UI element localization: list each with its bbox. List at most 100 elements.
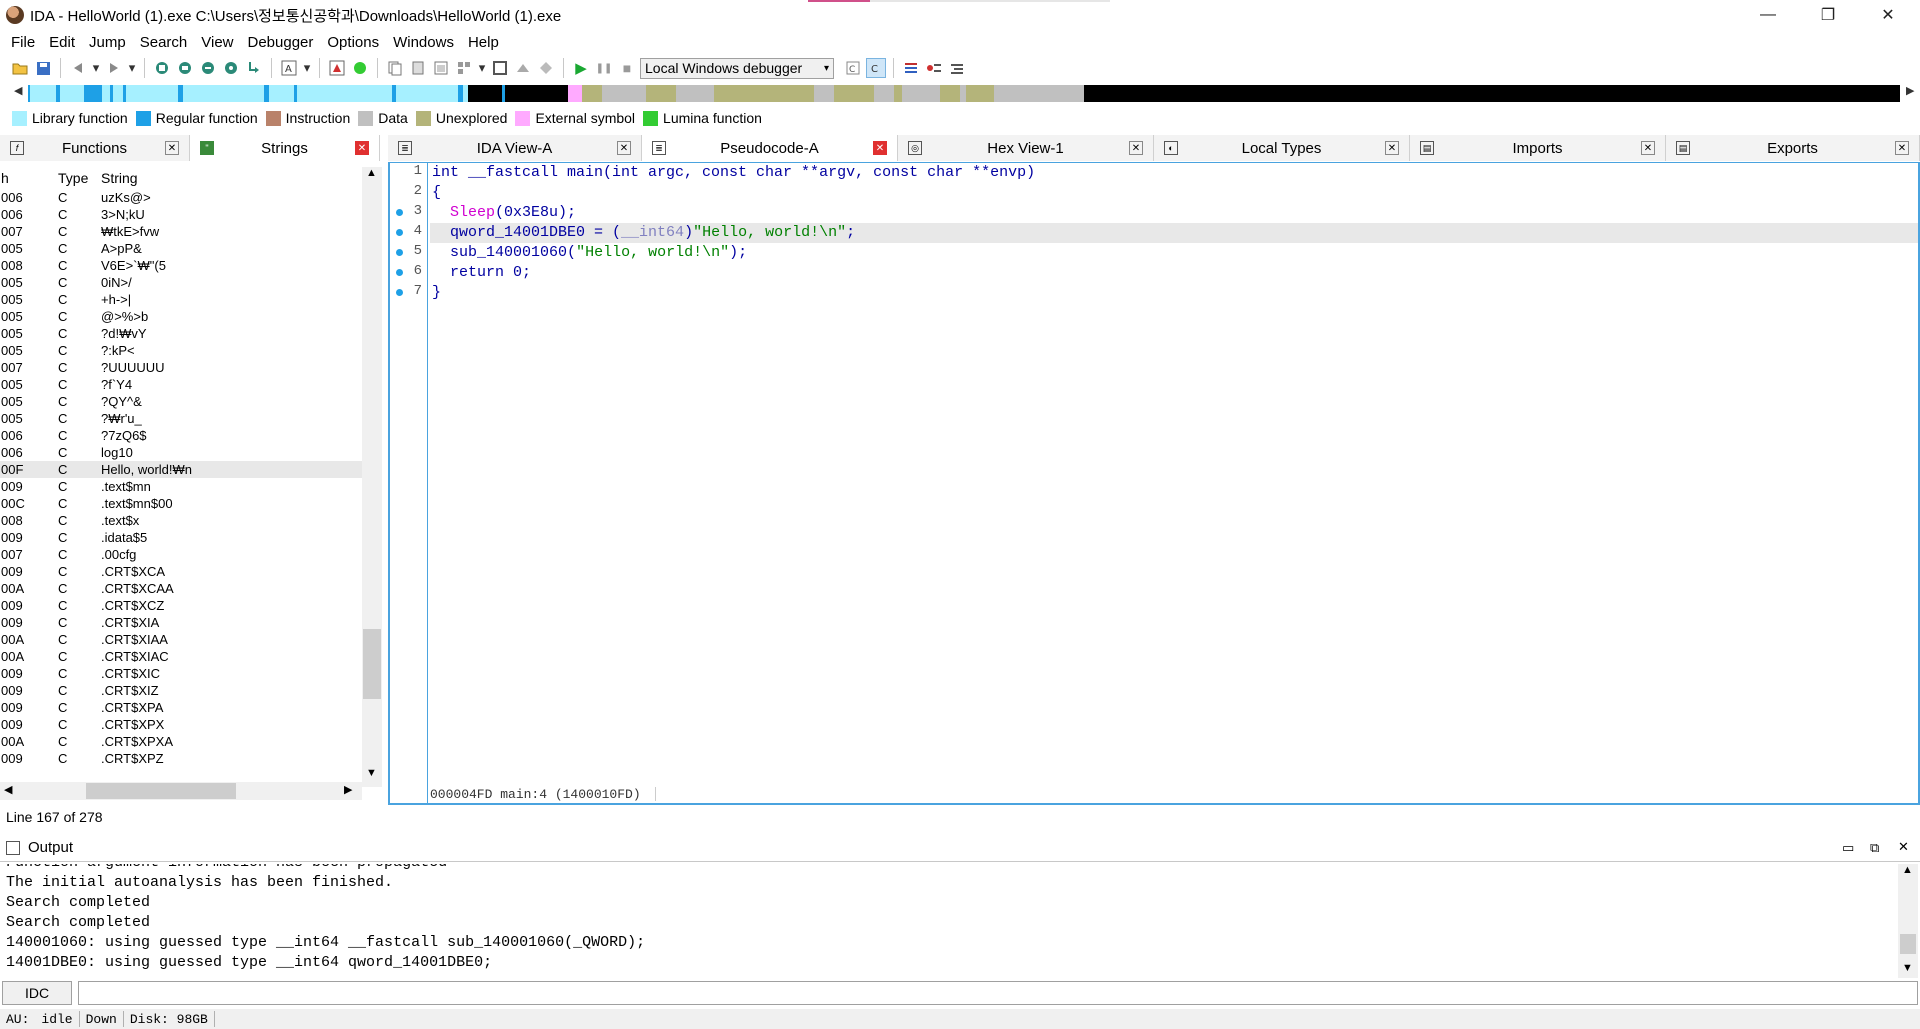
maximize-icon[interactable]: ▭	[1842, 840, 1854, 856]
breakpoint-dot-icon[interactable]	[396, 289, 403, 296]
paste-icon[interactable]	[408, 58, 428, 78]
close-icon[interactable]: ✕	[1898, 839, 1909, 855]
string-row[interactable]: 009 C .CRT$XIA	[0, 614, 362, 631]
tab-pseudocode-a[interactable]: ≣ Pseudocode-A ✕	[642, 135, 898, 161]
code-line[interactable]: }	[430, 283, 1918, 303]
tab-hex-view-1[interactable]: ◎ Hex View-1 ✕	[898, 135, 1154, 161]
graph-icon[interactable]	[327, 58, 347, 78]
output-scrollbar[interactable]: ▲ ▼	[1898, 864, 1918, 978]
string-row[interactable]: 005 C ?QY^&	[0, 393, 362, 410]
string-row[interactable]: 006 C ?7zQ6$	[0, 427, 362, 444]
scroll-down-arrow-icon[interactable]: ▼	[1902, 962, 1913, 974]
forward-icon[interactable]	[104, 58, 124, 78]
scroll-left-arrow-icon[interactable]: ◀	[4, 783, 12, 796]
trace-list-icon[interactable]	[947, 58, 967, 78]
horizontal-scrollbar[interactable]: ◀ ▶	[0, 782, 362, 800]
scroll-right-arrow-icon[interactable]: ▶	[344, 783, 352, 796]
play-icon[interactable]: ▶	[571, 58, 591, 78]
restore-button[interactable]: ❐	[1800, 0, 1856, 30]
string-row[interactable]: 007 C ?UUUUUU	[0, 359, 362, 376]
patch-icon[interactable]	[513, 58, 533, 78]
back-icon[interactable]	[68, 58, 88, 78]
text-icon[interactable]: A	[279, 58, 299, 78]
text-search-icon[interactable]	[221, 58, 241, 78]
menu-view[interactable]: View	[194, 34, 240, 51]
save-icon[interactable]	[33, 58, 53, 78]
nav-segment[interactable]	[458, 85, 463, 102]
command-input[interactable]	[78, 980, 1918, 1005]
tab-local-types[interactable]: ◐ Local Types ✕	[1154, 135, 1410, 161]
idc-language-button[interactable]: IDC	[2, 980, 72, 1005]
menu-edit[interactable]: Edit	[42, 34, 82, 51]
column-header-string[interactable]: String	[101, 170, 362, 186]
string-row[interactable]: 00F C Hello, world!₩n	[0, 461, 362, 478]
nav-segment[interactable]	[924, 85, 940, 102]
string-row[interactable]: 00A C .CRT$XIAC	[0, 648, 362, 665]
nav-segment[interactable]	[264, 85, 269, 102]
tab-exports[interactable]: ▤ Exports ✕	[1666, 135, 1920, 161]
scroll-up-arrow-icon[interactable]: ▲	[366, 167, 377, 179]
menu-file[interactable]: File	[4, 34, 42, 51]
nav-segment[interactable]	[994, 85, 1084, 102]
nav-segment[interactable]	[676, 85, 714, 102]
code-line[interactable]: sub_140001060("Hello, world!\n");	[430, 243, 1918, 263]
stop-icon[interactable]: ■	[617, 58, 637, 78]
string-row[interactable]: 005 C ?f`Y4	[0, 376, 362, 393]
string-row[interactable]: 009 C .CRT$XPX	[0, 716, 362, 733]
nav-segment[interactable]	[940, 85, 960, 102]
nav-segment[interactable]	[582, 85, 602, 102]
string-row[interactable]: 005 C ?₩r'u_	[0, 410, 362, 427]
nav-segment[interactable]	[714, 85, 814, 102]
scrollbar-thumb[interactable]	[86, 783, 236, 799]
string-row[interactable]: 008 C .text$x	[0, 512, 362, 529]
string-row[interactable]: 007 C ₩tkE>fvw	[0, 223, 362, 240]
breakpoint-dot-icon[interactable]	[396, 249, 403, 256]
nav-segment[interactable]	[56, 85, 60, 102]
string-row[interactable]: 00A C .CRT$XPXA	[0, 733, 362, 750]
lumina-icon[interactable]	[350, 58, 370, 78]
nav-segment[interactable]	[814, 85, 834, 102]
string-row[interactable]: 005 C ?d!₩vY	[0, 325, 362, 342]
pause-icon[interactable]: ❚❚	[594, 58, 614, 78]
column-header-type[interactable]: Type	[57, 170, 101, 186]
menu-windows[interactable]: Windows	[386, 34, 461, 51]
string-row[interactable]: 005 C 0iN>/	[0, 274, 362, 291]
list-icon[interactable]	[901, 58, 921, 78]
nav-segment[interactable]	[294, 85, 297, 102]
navigation-band[interactable]: ◀ ▶	[0, 82, 1920, 104]
nav-segment[interactable]	[568, 85, 582, 102]
menu-jump[interactable]: Jump	[82, 34, 133, 51]
nav-segment[interactable]	[110, 85, 113, 102]
code-line[interactable]: {	[430, 183, 1918, 203]
struct-view-icon[interactable]	[198, 58, 218, 78]
nav-segment[interactable]	[966, 85, 994, 102]
code-line-current[interactable]: qword_14001DBE0 = (__int64)"Hello, world…	[430, 223, 1918, 243]
string-row[interactable]: 009 C .text$mn	[0, 478, 362, 495]
close-icon[interactable]: ✕	[617, 141, 631, 155]
dropdown-arrow-icon[interactable]: ▾	[477, 58, 487, 78]
float-icon[interactable]: ⧉	[1870, 840, 1879, 856]
scrollbar-thumb[interactable]	[363, 629, 381, 699]
copy-icon[interactable]	[385, 58, 405, 78]
close-icon[interactable]: ✕	[165, 141, 179, 155]
string-row[interactable]: 005 C +h->|	[0, 291, 362, 308]
vertical-scrollbar[interactable]: ▲ ▼	[362, 167, 382, 787]
nav-segment[interactable]	[84, 85, 102, 102]
nav-segment[interactable]	[646, 85, 676, 102]
navigation-strip[interactable]	[28, 85, 1900, 102]
nav-segment[interactable]	[392, 85, 396, 102]
string-row[interactable]: 00C C .text$mn$00	[0, 495, 362, 512]
dropdown-arrow-icon[interactable]: ▾	[91, 58, 101, 78]
pseudocode-editor[interactable]: 1 2 3 4 5 6 7 int __fastcall main(int ar…	[388, 162, 1920, 805]
tab-strings[interactable]: " Strings ✕	[190, 135, 380, 161]
string-row[interactable]: 007 C .00cfg	[0, 546, 362, 563]
tab-imports[interactable]: ▤ Imports ✕	[1410, 135, 1666, 161]
close-button[interactable]: ✕	[1860, 0, 1916, 30]
column-header-length[interactable]: h	[0, 170, 57, 186]
breakpoint-list-icon[interactable]	[924, 58, 944, 78]
string-row[interactable]: 009 C .idata$5	[0, 529, 362, 546]
strings-list[interactable]: 006 CuzKs@> 006 C 3>N;kU 007 C ₩tkE>fvw 005 C A>pP…	[0, 189, 362, 764]
minimize-button[interactable]: —	[1740, 0, 1796, 30]
string-row[interactable]: 009 C .CRT$XCA	[0, 563, 362, 580]
diamond-icon[interactable]	[536, 58, 556, 78]
